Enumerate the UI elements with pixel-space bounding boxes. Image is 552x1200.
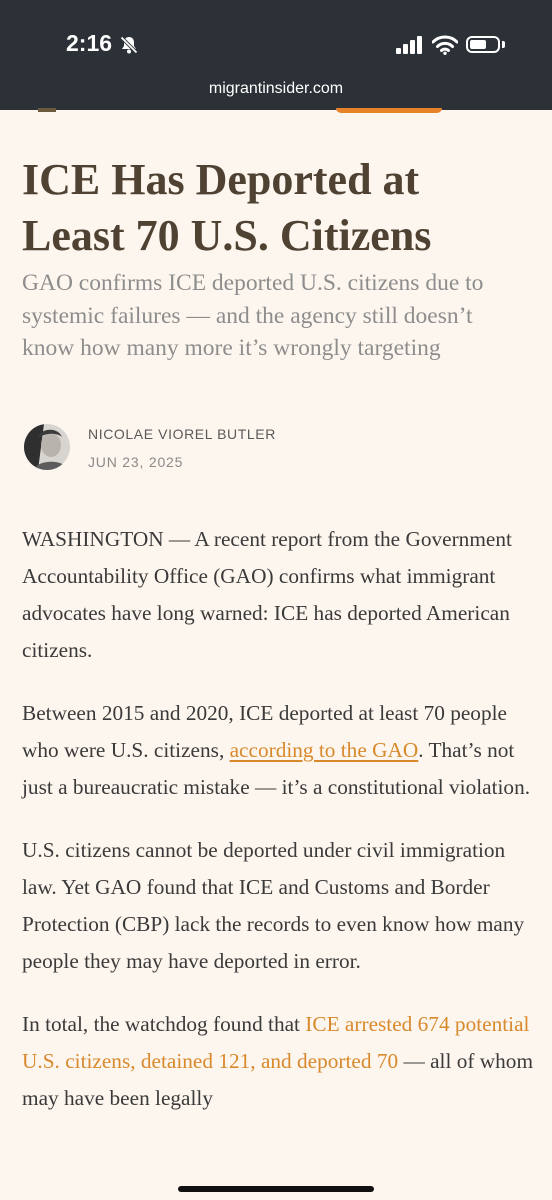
gao-report-link[interactable]: according to the GAO xyxy=(230,738,419,762)
article-subtitle: GAO confirms ICE deported U.S. citizens … xyxy=(22,270,484,361)
status-bar: 2:16 migrantinsider.com xyxy=(0,0,552,110)
cellular-signal-icon xyxy=(396,36,422,54)
author-name[interactable]: NICOLAE VIOREL BUTLER xyxy=(88,426,276,442)
status-time: 2:16 xyxy=(66,30,113,56)
bell-muted-icon xyxy=(119,35,139,55)
battery-tip xyxy=(502,41,505,48)
paragraph-1: WASHINGTON — A recent report from the Go… xyxy=(22,527,512,662)
paragraph-3: U.S. citizens cannot be deported under c… xyxy=(22,838,525,973)
article-title: ICE Has Deported at Least 70 U.S. Citize… xyxy=(22,155,432,260)
paragraph-4: In total, the watchdog found that ICE ar… xyxy=(22,1006,537,1117)
home-indicator[interactable] xyxy=(178,1186,374,1192)
author-avatar[interactable] xyxy=(24,424,70,470)
paragraph-2: Between 2015 and 2020, ICE deported at l… xyxy=(22,695,537,806)
battery-icon xyxy=(466,36,500,53)
url-bar[interactable]: migrantinsider.com xyxy=(0,80,552,98)
publish-date: JUN 23, 2025 xyxy=(88,454,184,470)
site-logo[interactable] xyxy=(38,108,56,112)
wifi-icon xyxy=(432,35,458,55)
paragraph-4-text-a: In total, the watchdog found that xyxy=(22,1012,306,1036)
subscribe-button[interactable] xyxy=(336,108,442,113)
article-body: WASHINGTON — A recent report from the Go… xyxy=(22,521,537,1143)
